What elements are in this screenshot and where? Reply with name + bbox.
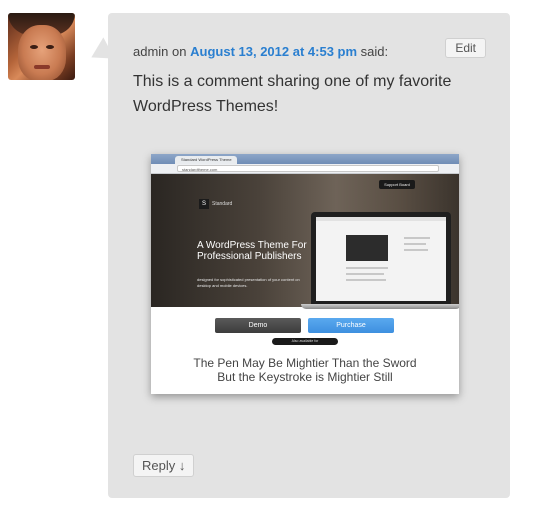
standard-logo-text: Standard — [212, 201, 233, 207]
laptop-base — [301, 304, 459, 309]
tagline-line-2: But the Keystroke is Mightier Still — [217, 370, 393, 384]
browser-tab: Standard WordPress Theme — [175, 156, 237, 164]
comment-on-word: on — [172, 44, 187, 59]
comment-meta: admin on August 13, 2012 at 4:53 pm said… — [133, 44, 388, 59]
also-available-badge: Also available for — [272, 338, 338, 345]
hero-subtitle: designed for sophisticated presentation … — [197, 277, 300, 288]
browser-toolbar: standardtheme.com — [151, 164, 459, 174]
embedded-theme-screenshot[interactable]: Standard WordPress Theme standardtheme.c… — [151, 154, 459, 394]
avatar-mouth — [34, 65, 50, 69]
laptop-icon — [311, 212, 451, 304]
laptop-screen-content — [316, 217, 446, 301]
comment-said: said: — [360, 44, 389, 59]
demo-button: Demo — [215, 318, 301, 333]
avatar-eye-left — [30, 45, 38, 49]
theme-hero: Support Board S Standard A WordPress The… — [151, 174, 459, 309]
reply-button[interactable]: Reply ↓ — [133, 454, 195, 477]
comment-author: admin — [133, 44, 169, 59]
standard-logo-icon: S — [199, 199, 209, 209]
avatar-eye-right — [46, 45, 54, 49]
avatar-face — [18, 25, 66, 80]
theme-tagline: The Pen May Be Mightier Than the Sword B… — [151, 356, 459, 384]
comment-box: admin on August 13, 2012 at 4:53 pm said… — [108, 13, 510, 498]
comment-body: This is a comment sharing one of my favo… — [133, 73, 452, 115]
tagline-line-1: The Pen May Be Mightier Than the Sword — [193, 356, 417, 370]
hero-title: A WordPress Theme For Professional Publi… — [197, 240, 307, 262]
comment-date-link[interactable]: August 13, 2012 at 4:53 pm — [190, 44, 357, 59]
address-bar: standardtheme.com — [177, 165, 439, 172]
support-board-button: Support Board — [379, 180, 415, 189]
purchase-button: Purchase — [308, 318, 394, 333]
edit-button[interactable]: Edit — [445, 38, 486, 58]
avatar — [8, 13, 75, 80]
browser-tabbar: Standard WordPress Theme — [151, 154, 459, 170]
